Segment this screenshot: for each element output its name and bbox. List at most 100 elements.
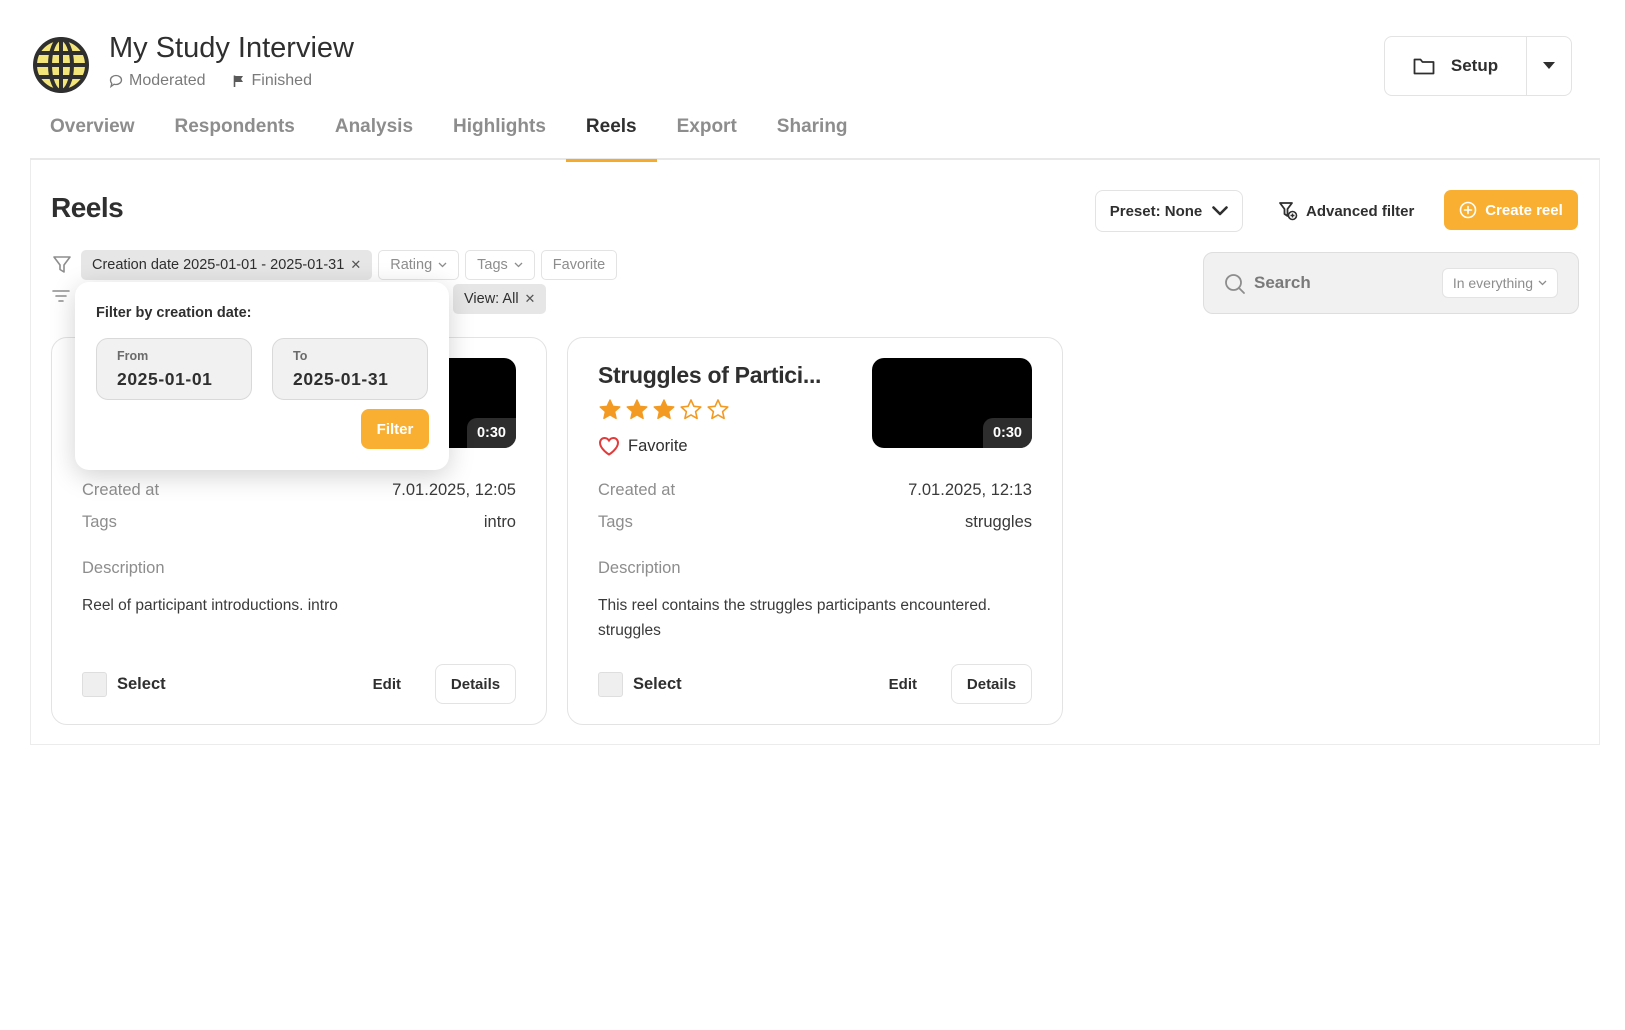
rating-filter-label: Rating xyxy=(390,257,433,273)
funnel-icon xyxy=(53,256,71,273)
globe-icon xyxy=(33,37,89,93)
chat-bubble-icon xyxy=(109,74,123,88)
chevron-down-icon xyxy=(1538,280,1547,286)
tags-row: Tags intro xyxy=(82,513,516,532)
rating-filter-chip[interactable]: Rating xyxy=(378,250,460,280)
search-scope-label: In everything xyxy=(1452,275,1533,291)
apply-filter-button[interactable]: Filter xyxy=(361,409,429,449)
popup-title: Filter by creation date: xyxy=(96,305,252,321)
from-value: 2025-01-01 xyxy=(117,369,213,389)
view-filter-chip[interactable]: View: All ✕ xyxy=(453,284,547,314)
reel-title[interactable]: Struggles of Partici... xyxy=(598,362,821,389)
select-checkbox[interactable] xyxy=(598,671,623,697)
to-value: 2025-01-31 xyxy=(293,369,389,389)
creation-date-filter-popup: Filter by creation date: From 2025-01-01… xyxy=(75,282,449,470)
card-actions: Select Edit Details xyxy=(598,664,1032,704)
advanced-filter-label: Advanced filter xyxy=(1306,202,1415,220)
description-text: This reel contains the struggles partici… xyxy=(598,597,991,639)
study-meta: Moderated Finished xyxy=(109,72,312,90)
search-placeholder: Search xyxy=(1254,273,1311,292)
funnel-plus-icon xyxy=(1279,202,1298,221)
caret-down-icon xyxy=(1543,62,1555,69)
star-outline-icon[interactable] xyxy=(679,398,703,422)
duration-badge: 0:30 xyxy=(466,418,516,448)
sort-lines-icon[interactable] xyxy=(51,286,71,306)
star-rating[interactable] xyxy=(598,398,730,422)
created-at-row: Created at 7.01.2025, 12:13 xyxy=(598,481,1032,500)
details-button[interactable]: Details xyxy=(435,664,516,704)
study-mode: Moderated xyxy=(129,72,206,89)
preset-dropdown[interactable]: Preset: None xyxy=(1095,190,1243,232)
tags-value: struggles xyxy=(965,513,1032,531)
tab-export[interactable]: Export xyxy=(657,117,757,160)
view-filter-label: View: All xyxy=(464,291,519,307)
star-filled-icon[interactable] xyxy=(625,398,649,422)
card-actions: Select Edit Details xyxy=(82,664,516,704)
tags-filter-label: Tags xyxy=(477,257,508,273)
study-header: My Study Interview Moderated Finished Se… xyxy=(30,30,1600,100)
study-status: Finished xyxy=(251,72,312,89)
setup-button-group: Setup xyxy=(1384,36,1572,96)
preset-label: Preset: None xyxy=(1109,202,1203,220)
tab-sharing[interactable]: Sharing xyxy=(757,117,868,160)
sort-row xyxy=(51,286,71,306)
favorite-toggle[interactable]: Favorite xyxy=(598,436,688,456)
reel-thumbnail[interactable]: 0:30 xyxy=(872,358,1032,448)
setup-button[interactable]: Setup xyxy=(1385,37,1527,95)
created-at-value: 7.01.2025, 12:05 xyxy=(392,481,516,499)
tags-filter-chip[interactable]: Tags xyxy=(465,250,535,280)
star-filled-icon[interactable] xyxy=(652,398,676,422)
advanced-filter-button[interactable]: Advanced filter xyxy=(1278,190,1414,232)
create-reel-label: Create reel xyxy=(1485,201,1563,219)
description-text: Reel of participant introductions. intro xyxy=(82,597,338,614)
setup-label: Setup xyxy=(1450,56,1499,75)
chevron-down-icon xyxy=(438,262,447,268)
favorite-filter-chip[interactable]: Favorite xyxy=(540,250,618,280)
edit-button[interactable]: Edit xyxy=(889,676,917,693)
flag-icon xyxy=(233,75,243,87)
description-label: Description xyxy=(598,559,681,577)
tags-row: Tags struggles xyxy=(598,513,1032,532)
details-button[interactable]: Details xyxy=(951,664,1032,704)
duration-badge: 0:30 xyxy=(982,418,1032,448)
tab-highlights[interactable]: Highlights xyxy=(433,117,566,160)
search-icon xyxy=(1225,274,1245,294)
tags-value: intro xyxy=(483,513,516,531)
select-checkbox[interactable] xyxy=(82,671,107,697)
tab-respondents[interactable]: Respondents xyxy=(155,117,315,160)
star-filled-icon[interactable] xyxy=(598,398,622,422)
created-at-value: 7.01.2025, 12:13 xyxy=(908,481,1032,499)
study-tabs: Overview Respondents Analysis Highlights… xyxy=(30,117,1600,162)
from-label: From xyxy=(117,349,149,363)
tags-label: Tags xyxy=(82,513,117,531)
heart-outline-icon xyxy=(598,436,620,456)
edit-button[interactable]: Edit xyxy=(373,676,401,693)
select-label[interactable]: Select xyxy=(633,675,682,694)
reel-card: Struggles of Partici... Favorite 0:30 Cr… xyxy=(567,337,1063,725)
favorite-filter-label: Favorite xyxy=(552,257,606,273)
tab-reels[interactable]: Reels xyxy=(565,117,657,162)
select-label[interactable]: Select xyxy=(117,675,166,694)
from-date-field[interactable]: From 2025-01-01 xyxy=(96,338,252,400)
description-label: Description xyxy=(82,559,165,577)
to-date-field[interactable]: To 2025-01-31 xyxy=(272,338,428,400)
created-at-label: Created at xyxy=(598,481,676,499)
folder-icon xyxy=(1413,58,1435,75)
search-scope-dropdown[interactable]: In everything xyxy=(1441,268,1558,298)
page-title: Reels xyxy=(51,192,124,223)
tab-overview[interactable]: Overview xyxy=(30,117,155,160)
chevron-down-icon xyxy=(1212,206,1229,216)
filter-chips: Creation date 2025-01-01 - 2025-01-31 ✕ … xyxy=(51,250,618,280)
created-at-row: Created at 7.01.2025, 12:05 xyxy=(82,481,516,500)
tab-analysis[interactable]: Analysis xyxy=(315,117,433,160)
close-icon[interactable]: ✕ xyxy=(525,291,536,307)
search-input[interactable]: Search In everything xyxy=(1203,252,1579,314)
close-icon[interactable]: ✕ xyxy=(350,257,361,273)
study-title: My Study Interview xyxy=(109,32,354,64)
create-reel-button[interactable]: Create reel xyxy=(1444,190,1578,230)
creation-date-filter-chip[interactable]: Creation date 2025-01-01 - 2025-01-31 ✕ xyxy=(81,250,373,280)
created-at-label: Created at xyxy=(82,481,160,499)
star-outline-icon[interactable] xyxy=(706,398,730,422)
setup-dropdown-button[interactable] xyxy=(1527,37,1571,95)
tags-label: Tags xyxy=(598,513,633,531)
